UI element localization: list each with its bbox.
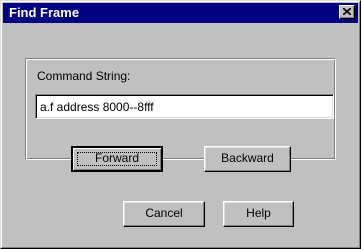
cancel-button[interactable]: Cancel	[123, 201, 205, 227]
find-frame-dialog: Find Frame Command String: Forward Backw…	[0, 0, 361, 249]
close-icon	[343, 8, 351, 15]
command-string-label: Command String:	[37, 69, 131, 83]
backward-button-label: Backward	[221, 151, 274, 165]
help-button[interactable]: Help	[223, 201, 294, 227]
forward-button[interactable]: Forward	[71, 146, 163, 172]
backward-button[interactable]: Backward	[204, 146, 291, 172]
title-bar[interactable]: Find Frame	[3, 3, 358, 23]
help-button-label: Help	[246, 206, 271, 220]
window-title: Find Frame	[9, 5, 80, 20]
cancel-button-label: Cancel	[145, 206, 183, 220]
close-button[interactable]	[339, 5, 355, 19]
forward-button-label: Forward	[94, 151, 139, 165]
command-string-input[interactable]	[35, 94, 334, 119]
